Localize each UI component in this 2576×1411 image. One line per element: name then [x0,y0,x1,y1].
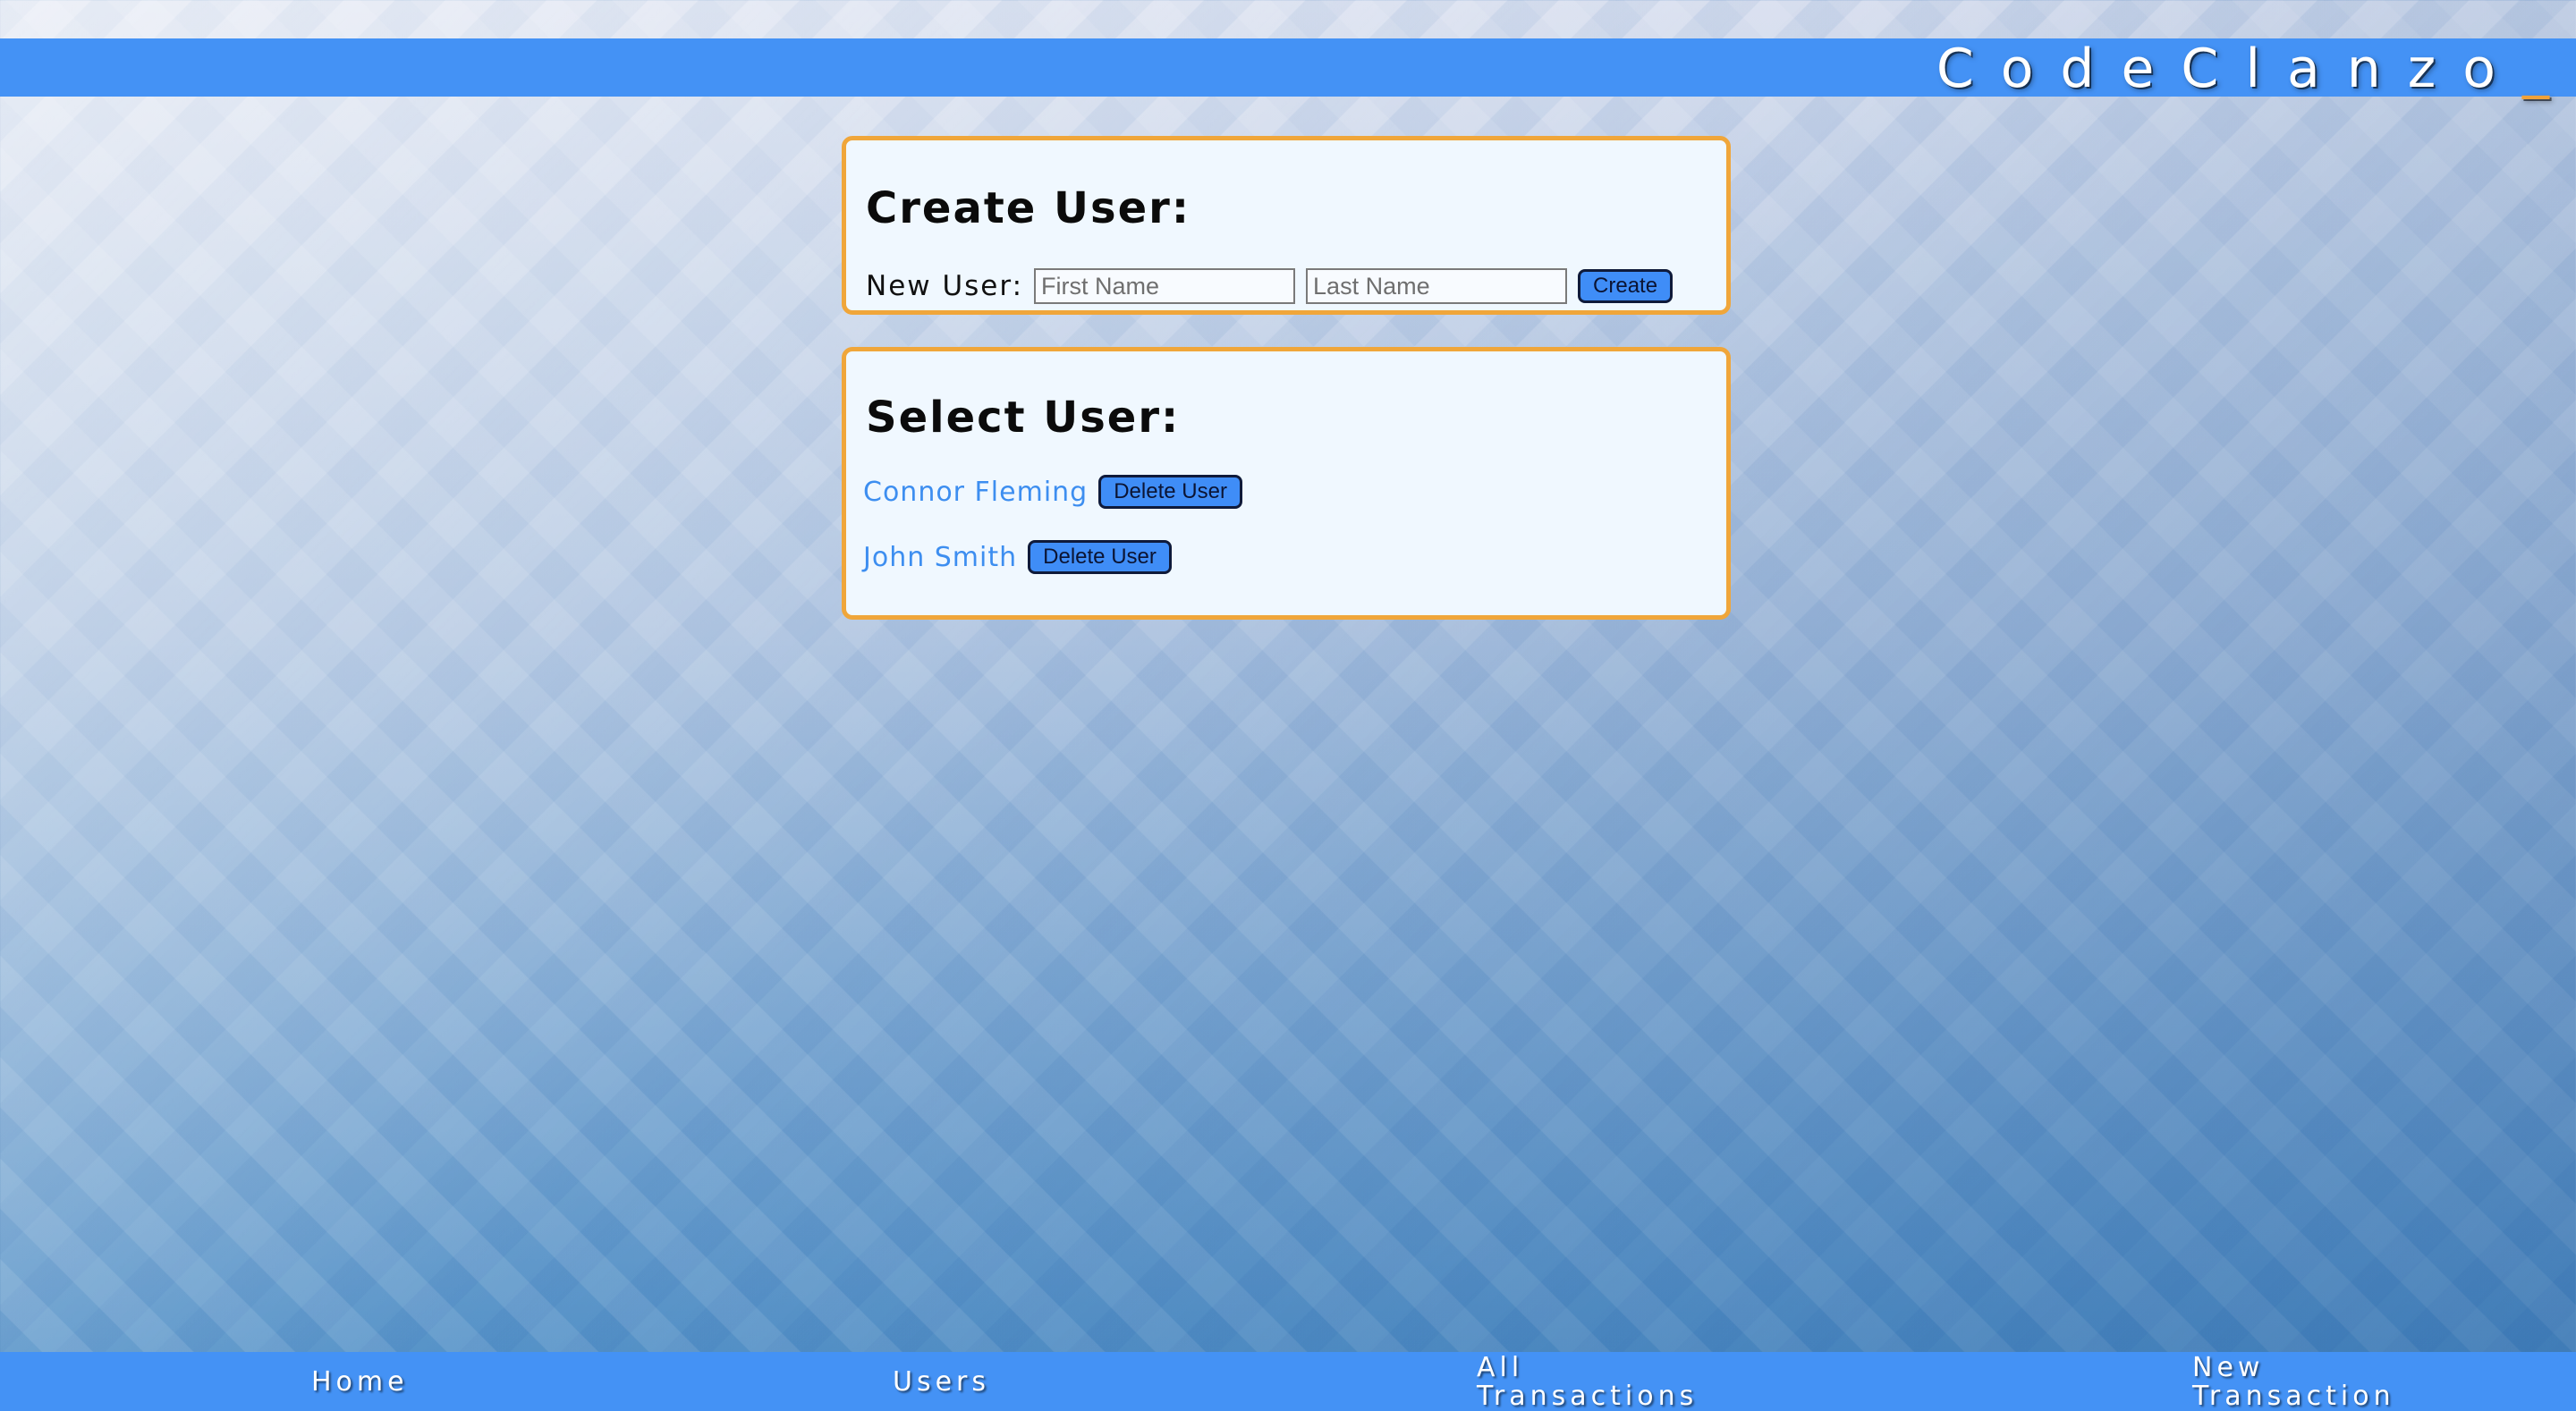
select-user-title: Select User: [866,393,1181,443]
user-row: John Smith Delete User [863,537,1172,577]
bottom-nav-bar: Home Users All Transactions New Transact… [0,1352,2576,1411]
user-row: Connor Fleming Delete User [863,472,1242,511]
nav-all-transactions[interactable]: All Transactions [1477,1354,1727,1411]
last-name-input[interactable] [1306,268,1568,304]
brand-logo: CodeClanzo_ [1936,38,2549,100]
top-header-bar: CodeClanzo_ [0,38,2576,100]
user-link-connor-fleming[interactable]: Connor Fleming [863,477,1088,508]
create-user-title: Create User: [866,183,1191,233]
nav-users-label: Users [893,1366,991,1398]
nav-new-transaction-label-line2: Transaction [2192,1381,2395,1411]
nav-users[interactable]: Users [893,1368,990,1397]
user-link-john-smith[interactable]: John Smith [863,542,1017,573]
nav-all-transactions-label-line1: All [1477,1352,1524,1383]
new-user-row: New User: Create [866,266,1674,307]
first-name-input[interactable] [1034,268,1296,304]
delete-user-button[interactable]: Delete User [1028,540,1172,574]
nav-all-transactions-label-line2: Transactions [1477,1381,1699,1411]
delete-user-button[interactable]: Delete User [1098,475,1242,509]
nav-home[interactable]: Home [311,1368,409,1397]
nav-new-transaction[interactable]: New Transaction [2192,1354,2443,1411]
create-user-panel: Create User: New User: Create [842,136,1731,315]
new-user-label: New User: [866,270,1024,302]
create-button[interactable]: Create [1578,269,1674,303]
brand-cursor: _ [2522,38,2549,100]
nav-home-label: Home [311,1366,409,1398]
brand-name: CodeClanzo [1936,38,2522,100]
nav-new-transaction-label-line1: New [2192,1352,2265,1383]
